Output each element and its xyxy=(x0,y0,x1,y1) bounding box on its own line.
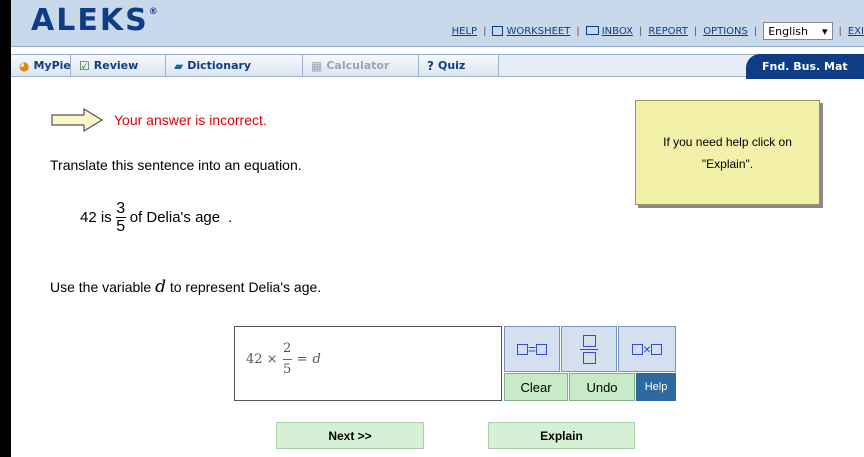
fraction-template-button[interactable] xyxy=(561,326,617,372)
box-icon xyxy=(651,343,663,355)
math-toolpad: = × Clear Undo Help xyxy=(504,326,676,401)
next-button[interactable]: Next >> xyxy=(276,422,424,449)
fraction: 3 5 xyxy=(115,200,126,235)
nav-bar: ◕ MyPie ☑ Review ▰ Dictionary ▦ Calculator ?… xyxy=(11,54,864,77)
nav-dictionary[interactable]: ▰ Dictionary xyxy=(166,55,303,76)
box-icon xyxy=(536,343,548,355)
separator: | xyxy=(638,25,643,37)
explain-button[interactable]: Explain xyxy=(488,422,635,449)
separator: | xyxy=(753,25,758,37)
inbox-link[interactable]: INBOX xyxy=(585,26,633,37)
toolpad-help-button[interactable]: Help xyxy=(636,373,676,401)
envelope-icon xyxy=(585,26,599,35)
clear-button[interactable]: Clear xyxy=(504,373,568,401)
box-icon xyxy=(516,343,528,355)
nav-review[interactable]: ☑ Review xyxy=(71,55,166,76)
language-select[interactable]: English ▾ xyxy=(763,22,833,40)
help-link[interactable]: HELP xyxy=(452,26,477,37)
separator: | xyxy=(838,25,842,37)
nav-calculator: ▦ Calculator xyxy=(303,55,419,76)
report-link[interactable]: REPORT xyxy=(648,26,688,37)
multiply-template-button[interactable]: × xyxy=(618,326,676,372)
undo-button[interactable]: Undo xyxy=(569,373,635,401)
nav-quiz[interactable]: ? Quiz xyxy=(419,55,499,76)
answer-input[interactable]: 42 × 2 5 = d xyxy=(234,326,502,401)
aleks-logo: ALEKS® xyxy=(31,3,160,38)
help-note: If you need help click on "Explain". xyxy=(635,100,820,205)
feedback-message: Your answer is incorrect. xyxy=(114,112,267,128)
top-links: HELP | WORKSHEET | INBOX | REPORT | OPTI… xyxy=(452,21,864,41)
nav-mypie[interactable]: ◕ MyPie xyxy=(11,55,71,76)
instruction-text: Translate this sentence into an equation… xyxy=(50,157,302,173)
fraction-icon xyxy=(580,334,598,364)
window-frame xyxy=(0,0,11,457)
box-icon xyxy=(631,343,643,355)
answer-fraction: 2 5 xyxy=(282,341,292,377)
dropdown-arrow-icon: ▾ xyxy=(821,24,828,38)
variable-symbol: d xyxy=(155,277,166,297)
course-tab: Fnd. Bus. Mat xyxy=(746,54,864,79)
variable-instruction: Use the variable d to represent Delia's … xyxy=(50,277,322,297)
quiz-icon: ? xyxy=(427,58,434,73)
problem-statement: 42 is 3 5 of Delia's age . xyxy=(80,200,233,235)
equals-template-button[interactable]: = xyxy=(504,326,560,372)
arrow-right-icon xyxy=(51,107,104,133)
checkbox-icon: ☑ xyxy=(79,58,90,73)
pie-icon: ◕ xyxy=(19,58,30,73)
calculator-icon: ▦ xyxy=(311,58,323,73)
worksheet-link[interactable]: WORKSHEET xyxy=(492,25,570,37)
document-icon xyxy=(492,25,504,36)
book-icon: ▰ xyxy=(174,58,184,73)
exit-link[interactable]: EXI xyxy=(848,26,864,37)
separator: | xyxy=(693,25,698,37)
answer-expression: 42 × 2 5 = d xyxy=(246,339,321,380)
header: ALEKS® HELP | WORKSHEET | INBOX | REPORT… xyxy=(11,0,864,47)
feedback-row: Your answer is incorrect. xyxy=(50,107,267,133)
separator: | xyxy=(483,25,487,37)
options-link[interactable]: OPTIONS xyxy=(703,26,748,37)
separator: | xyxy=(576,25,580,37)
